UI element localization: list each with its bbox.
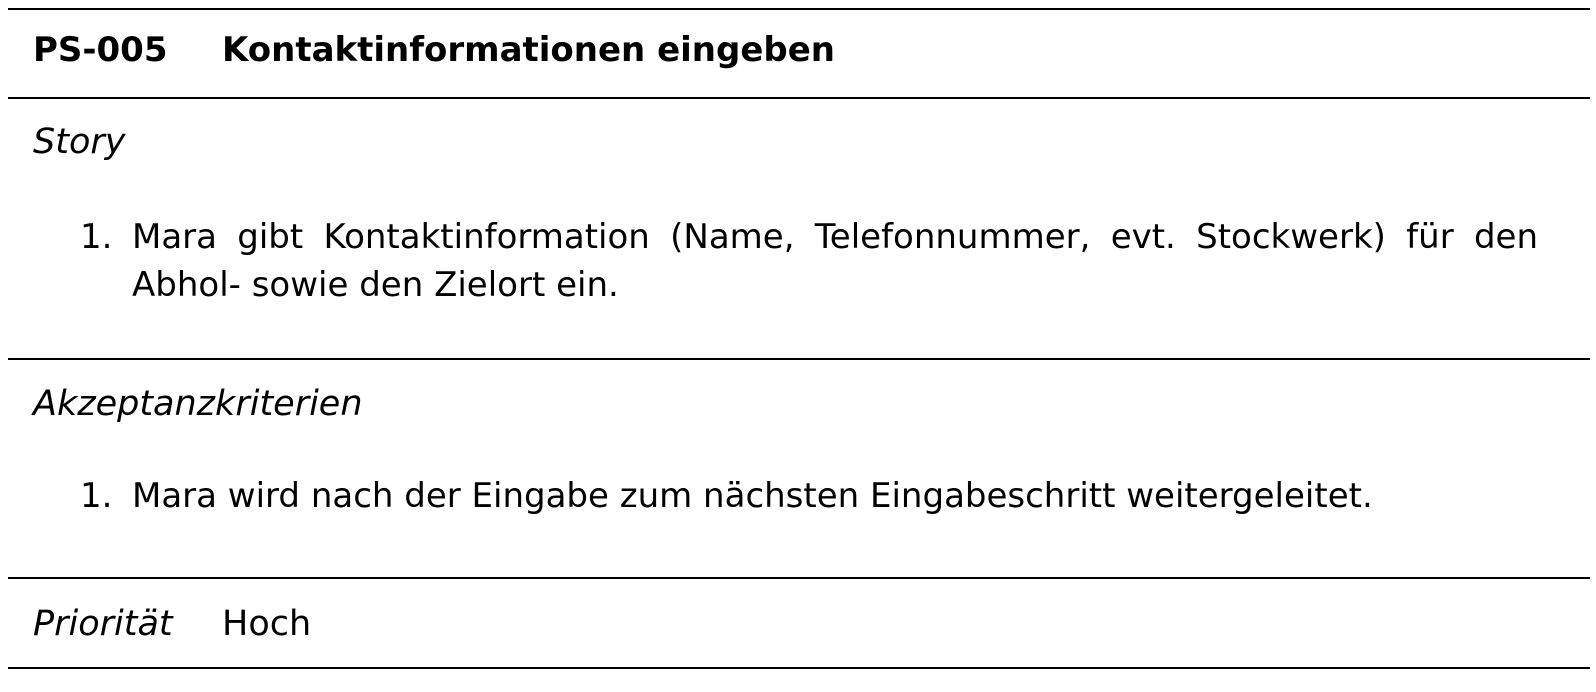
header-divider [8, 97, 1590, 99]
list-item-text: Mara wird nach der Eingabe zum nächsten … [132, 476, 1373, 516]
bottom-rule [8, 667, 1590, 669]
acceptance-heading: Akzeptanzkriterien [33, 384, 363, 424]
top-rule [8, 8, 1590, 10]
list-item-number: 1. [80, 476, 113, 516]
list-item-number: 1. [80, 217, 113, 257]
story-heading: Story [33, 122, 126, 162]
acceptance-list: 1. Mara wird nach der Eingabe zum nächst… [80, 472, 1538, 520]
list-item-text: Mara gibt Kontaktinformation (Name, Tele… [132, 217, 1538, 305]
user-story-card: PS-005 Kontaktinformationen eingeben Sto… [0, 0, 1596, 692]
list-item: 1. Mara gibt Kontaktinformation (Name, T… [80, 213, 1538, 309]
story-divider [8, 358, 1590, 360]
story-id: PS-005 [33, 30, 168, 70]
acceptance-divider [8, 577, 1590, 579]
list-item: 1. Mara wird nach der Eingabe zum nächst… [80, 472, 1538, 520]
story-title: Kontaktinformationen eingeben [222, 30, 836, 70]
priority-label: Priorität [33, 604, 173, 644]
priority-value: Hoch [222, 604, 312, 644]
story-list: 1. Mara gibt Kontaktinformation (Name, T… [80, 213, 1538, 309]
